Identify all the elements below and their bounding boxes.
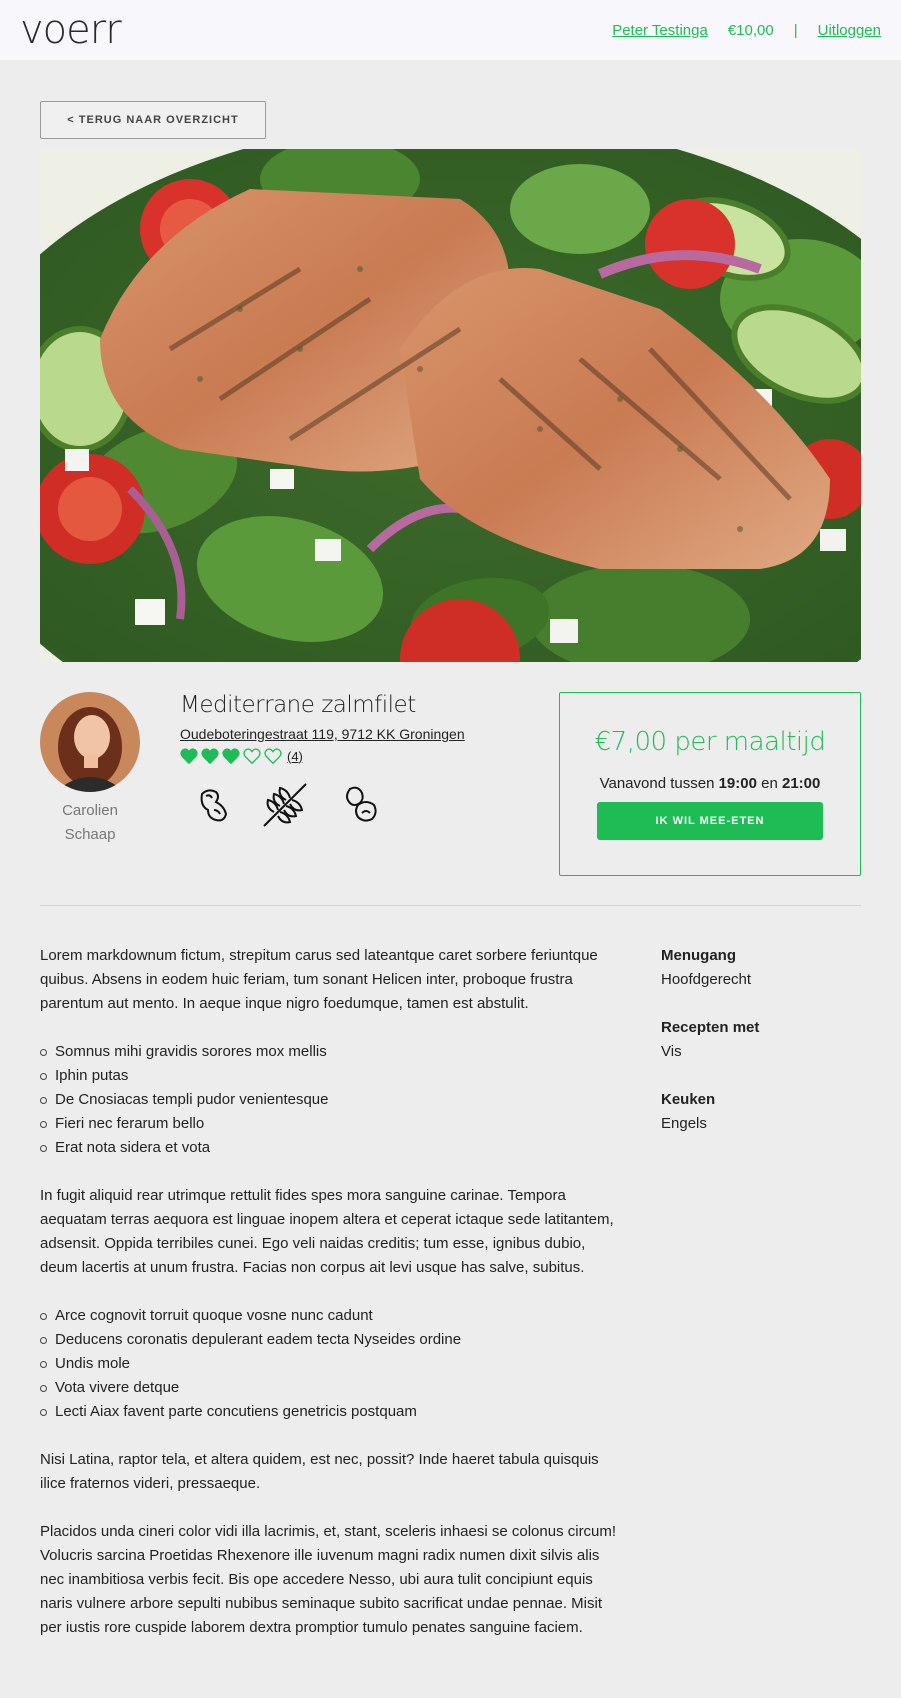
gluten-wheat-icon xyxy=(260,778,312,834)
top-navigation-bar: voerr Peter Testinga €10,00 | Uitloggen xyxy=(0,0,901,60)
dish-photo xyxy=(40,149,861,662)
voerr-logo[interactable]: voerr xyxy=(20,10,122,50)
list-item: Erat nota sidera et vota xyxy=(40,1136,620,1160)
cook-avatar-image xyxy=(40,692,140,792)
dish-info: Mediterrane zalmfilet Oudeboteringestraa… xyxy=(180,692,520,834)
cook-avatar[interactable] xyxy=(40,692,140,792)
heart-filled-icon xyxy=(180,748,198,764)
dish-address-link[interactable]: Oudeboteringestraat 119, 9712 KK Groning… xyxy=(180,726,520,742)
join-meal-button[interactable]: IK WIL MEE-ETEN xyxy=(597,802,823,840)
description-paragraph: In fugit aliquid rear utrimque rettulit … xyxy=(40,1187,614,1276)
diet-icons xyxy=(180,778,520,834)
list-item: Lecti Aiax favent parte concutiens genet… xyxy=(40,1400,620,1424)
heart-empty-icon xyxy=(243,748,261,764)
section-divider xyxy=(40,905,861,906)
list-item: Somnus mihi gravidis sorores mox mellis xyxy=(40,1040,620,1064)
time-connector: en xyxy=(761,775,778,792)
logout-link[interactable]: Uitloggen xyxy=(818,22,881,39)
rating: (4) xyxy=(180,748,520,764)
heart-filled-icon xyxy=(201,748,219,764)
list-item: Undis mole xyxy=(40,1352,620,1376)
list-item: Vota vivere detque xyxy=(40,1376,620,1400)
salmon-salad-image xyxy=(40,149,861,662)
cook-first-name: Carolien xyxy=(62,802,118,819)
cuisine-label: Keuken xyxy=(661,1091,716,1108)
dish-title: Mediterrane zalmfilet xyxy=(180,692,416,718)
dish-meta: Menugang Hoofdgerecht Recepten met Vis K… xyxy=(661,944,861,1160)
list-item: Deducens coronatis depulerant eadem tect… xyxy=(40,1328,620,1352)
nav-separator: | xyxy=(793,21,798,39)
course-value: Hoofdgerecht xyxy=(661,971,752,988)
description-paragraph: Lorem markdownum fictum, strepitum carus… xyxy=(40,947,598,1012)
course-label: Menugang xyxy=(661,947,736,964)
description-list-1: Somnus mihi gravidis sorores mox mellis … xyxy=(40,1040,620,1160)
eating-time: Vanavond tussen 19:00 en 21:00 xyxy=(560,775,860,792)
list-item: Fieri nec ferarum bello xyxy=(40,1112,620,1136)
time-start: 19:00 xyxy=(718,775,757,792)
dish-description: Lorem markdownum fictum, strepitum carus… xyxy=(40,944,620,1664)
cook-last-name: Schaap xyxy=(64,826,116,843)
recipe-with-value: Vis xyxy=(661,1043,682,1060)
balance-amount: €10,00 xyxy=(727,21,774,39)
user-menu: Peter Testinga €10,00 | Uitloggen xyxy=(612,22,881,39)
list-item: Arce cognovit torruit quoque vosne nunc … xyxy=(40,1304,620,1328)
heart-empty-icon xyxy=(264,748,282,764)
user-profile-link[interactable]: Peter Testinga xyxy=(612,22,708,39)
rating-count[interactable]: (4) xyxy=(287,749,303,764)
cuisine-value: Engels xyxy=(661,1115,707,1132)
cook-name: Carolien Schaap xyxy=(40,799,140,847)
description-paragraph: Nisi Latina, raptor tela, et altera quid… xyxy=(40,1451,599,1492)
price-per-meal: €7,00 per maaltijd xyxy=(594,727,826,757)
description-paragraph: Placidos unda cineri color vidi illa lac… xyxy=(40,1523,617,1636)
cook-profile[interactable]: Carolien Schaap xyxy=(40,692,140,847)
order-panel: €7,00 per maaltijd Vanavond tussen 19:00… xyxy=(559,692,861,876)
back-to-overview-button[interactable]: < TERUG NAAR OVERZICHT xyxy=(40,101,266,139)
nuts-icon xyxy=(338,783,380,829)
soy-icon xyxy=(194,784,234,828)
list-item: De Cnosiacas templi pudor venientesque xyxy=(40,1088,620,1112)
time-prefix: Vanavond tussen xyxy=(599,775,715,792)
time-end: 21:00 xyxy=(782,775,821,792)
heart-filled-icon xyxy=(222,748,240,764)
description-list-2: Arce cognovit torruit quoque vosne nunc … xyxy=(40,1304,620,1424)
recipe-with-label: Recepten met xyxy=(661,1019,760,1036)
list-item: Iphin putas xyxy=(40,1064,620,1088)
